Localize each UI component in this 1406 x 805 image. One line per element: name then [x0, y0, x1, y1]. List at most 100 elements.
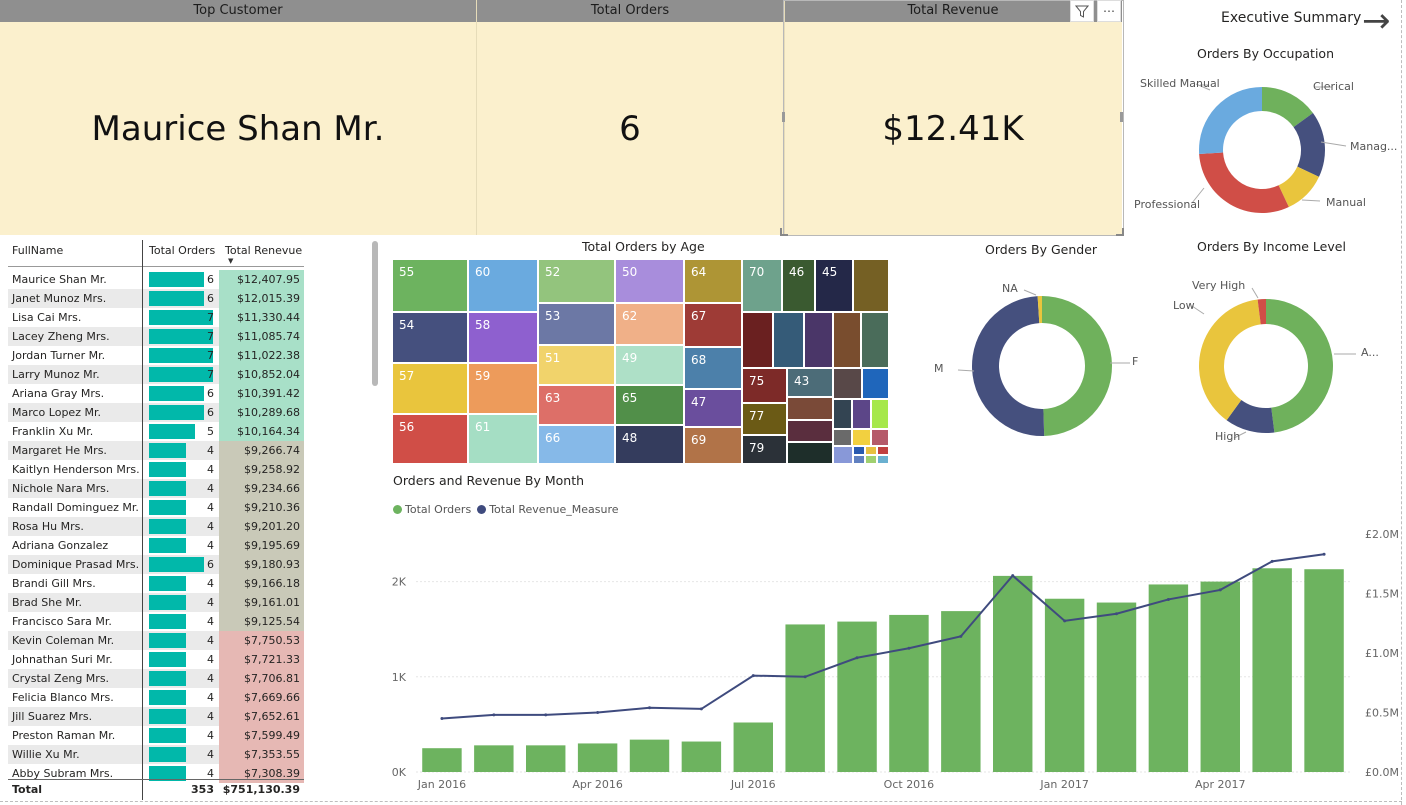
bar-total-orders[interactable]	[733, 722, 773, 772]
treemap-cell[interactable]	[852, 399, 871, 429]
table-row[interactable]: Jill Suarez Mrs. 4 $7,652.61	[8, 707, 304, 726]
treemap-cell[interactable]: 62	[615, 303, 684, 345]
treemap-cell[interactable]	[787, 420, 833, 442]
line-point[interactable]	[751, 674, 755, 678]
line-point[interactable]	[1115, 612, 1118, 616]
treemap-cell[interactable]: 61	[468, 414, 538, 464]
table-row[interactable]: Maurice Shan Mr. 6 $12,407.95	[8, 270, 304, 289]
scrollbar[interactable]	[372, 241, 378, 386]
table-row[interactable]: Preston Raman Mr. 4 $7,599.49	[8, 726, 304, 745]
treemap-cell[interactable]	[833, 399, 852, 429]
table-row[interactable]: Franklin Xu Mr. 5 $10,164.34	[8, 422, 304, 441]
table-row[interactable]: Jordan Turner Mr. 7 $11,022.38	[8, 346, 304, 365]
table-row[interactable]: Adriana Gonzalez 4 $9,195.69	[8, 536, 304, 555]
donut-slice[interactable]	[1042, 296, 1112, 436]
resize-handle[interactable]	[782, 112, 785, 122]
treemap-cell[interactable]	[865, 446, 877, 455]
table-row[interactable]: Ariana Gray Mrs. 6 $10,391.42	[8, 384, 304, 403]
age-treemap[interactable]: 55 54 57 56 60 58 59 61 52 53 51 63 66 50 62 49 65 48 64 67…	[392, 259, 889, 464]
line-point[interactable]	[803, 675, 807, 679]
bar-total-orders[interactable]	[422, 748, 462, 772]
treemap-cell[interactable]: 68	[684, 347, 742, 389]
treemap-cell[interactable]	[853, 455, 865, 464]
table-row[interactable]: Brad She Mr. 4 $9,161.01	[8, 593, 304, 612]
line-point[interactable]	[648, 706, 651, 710]
donut-slice[interactable]	[1199, 87, 1262, 154]
table-row[interactable]: Lacey Zheng Mrs. 7 $11,085.74	[8, 327, 304, 346]
treemap-cell[interactable]: 55	[392, 259, 468, 312]
treemap-cell[interactable]: 75	[742, 368, 787, 403]
line-point[interactable]	[1322, 552, 1326, 556]
treemap-cell[interactable]	[853, 259, 889, 312]
donut-slice[interactable]	[972, 296, 1045, 436]
bar-total-orders[interactable]	[1252, 568, 1292, 772]
treemap-cell[interactable]: 43	[787, 368, 833, 397]
treemap-cell[interactable]: 50	[615, 259, 684, 303]
line-point[interactable]	[544, 713, 548, 717]
treemap-cell[interactable]	[742, 312, 773, 368]
resize-handle[interactable]	[780, 228, 788, 236]
treemap-cell[interactable]: 53	[538, 303, 615, 345]
treemap-cell[interactable]: 64	[684, 259, 742, 303]
bar-total-orders[interactable]	[681, 741, 722, 772]
bar-total-orders[interactable]	[1148, 584, 1189, 772]
bar-total-orders[interactable]	[889, 614, 929, 772]
table-row[interactable]: Janet Munoz Mrs. 6 $12,015.39	[8, 289, 304, 308]
bar-total-orders[interactable]	[1304, 569, 1344, 772]
line-point[interactable]	[1166, 597, 1170, 601]
treemap-cell[interactable]	[773, 312, 804, 368]
line-point[interactable]	[855, 656, 859, 660]
table-row[interactable]: Lisa Cai Mrs. 7 $11,330.44	[8, 308, 304, 327]
table-row[interactable]: Brandi Gill Mrs. 4 $9,166.18	[8, 574, 304, 593]
treemap-cell[interactable]: 69	[684, 427, 742, 464]
treemap-cell[interactable]: 56	[392, 414, 468, 464]
resize-handle[interactable]	[1120, 112, 1123, 122]
resize-handle[interactable]	[1116, 228, 1124, 236]
line-point[interactable]	[959, 634, 963, 638]
treemap-cell[interactable]	[877, 446, 889, 455]
treemap-cell[interactable]: 67	[684, 303, 742, 347]
treemap-cell[interactable]	[877, 455, 889, 464]
table-row[interactable]: Randall Dominguez Mr. 4 $9,210.36	[8, 498, 304, 517]
treemap-cell[interactable]	[862, 368, 889, 399]
treemap-cell[interactable]	[852, 429, 871, 446]
treemap-cell[interactable]: 49	[615, 345, 684, 385]
bar-total-orders[interactable]	[629, 739, 670, 772]
executive-summary-link[interactable]: Executive Summary	[1221, 10, 1361, 26]
sort-desc-icon[interactable]: ▼	[228, 257, 233, 265]
treemap-cell[interactable]	[833, 446, 853, 464]
line-point[interactable]	[907, 646, 911, 650]
table-row[interactable]: Francisco Sara Mr. 4 $9,125.54	[8, 612, 304, 631]
column-header[interactable]: Total Renevue	[225, 244, 302, 257]
line-total-revenue[interactable]	[441, 553, 1325, 720]
bar-total-orders[interactable]	[577, 743, 618, 772]
table-row[interactable]: Willie Xu Mr. 4 $7,353.55	[8, 745, 304, 764]
line-point[interactable]	[1011, 574, 1015, 578]
table-row[interactable]: Larry Munoz Mr. 7 $10,852.04	[8, 365, 304, 384]
bar-total-orders[interactable]	[1200, 581, 1240, 772]
treemap-cell[interactable]	[871, 399, 889, 429]
treemap-cell[interactable]: 47	[684, 389, 742, 427]
bar-total-orders[interactable]	[785, 624, 825, 772]
treemap-cell[interactable]: 66	[538, 425, 615, 464]
treemap-cell[interactable]: 58	[468, 312, 538, 363]
bar-total-orders[interactable]	[526, 745, 566, 772]
bar-total-orders[interactable]	[1096, 602, 1137, 772]
line-point[interactable]	[1270, 559, 1274, 563]
treemap-cell[interactable]	[787, 442, 833, 464]
table-row[interactable]: Crystal Zeng Mrs. 4 $7,706.81	[8, 669, 304, 688]
treemap-cell[interactable]	[833, 429, 852, 446]
orders-revenue-chart[interactable]: 0K 1K 2K £0.0M £0.5M £1.0M £1.5M £2.0M Jan 2016 A…	[380, 520, 1400, 800]
kpi-card-total-orders[interactable]: Total Orders 6	[476, 0, 784, 235]
kpi-card-top-customer[interactable]: Top Customer Maurice Shan Mr.	[0, 0, 476, 235]
bar-total-orders[interactable]	[474, 745, 514, 772]
arrow-right-icon[interactable]: →	[1362, 2, 1391, 40]
table-row[interactable]: Dominique Prasad Mrs. 6 $9,180.93	[8, 555, 304, 574]
treemap-cell[interactable]: 79	[742, 435, 787, 464]
treemap-cell[interactable]: 51	[538, 345, 615, 385]
treemap-cell[interactable]	[833, 368, 862, 399]
treemap-cell[interactable]: 65	[615, 385, 684, 425]
line-point[interactable]	[699, 707, 703, 711]
treemap-cell[interactable]	[861, 312, 889, 368]
donut-slice[interactable]	[1199, 152, 1289, 214]
